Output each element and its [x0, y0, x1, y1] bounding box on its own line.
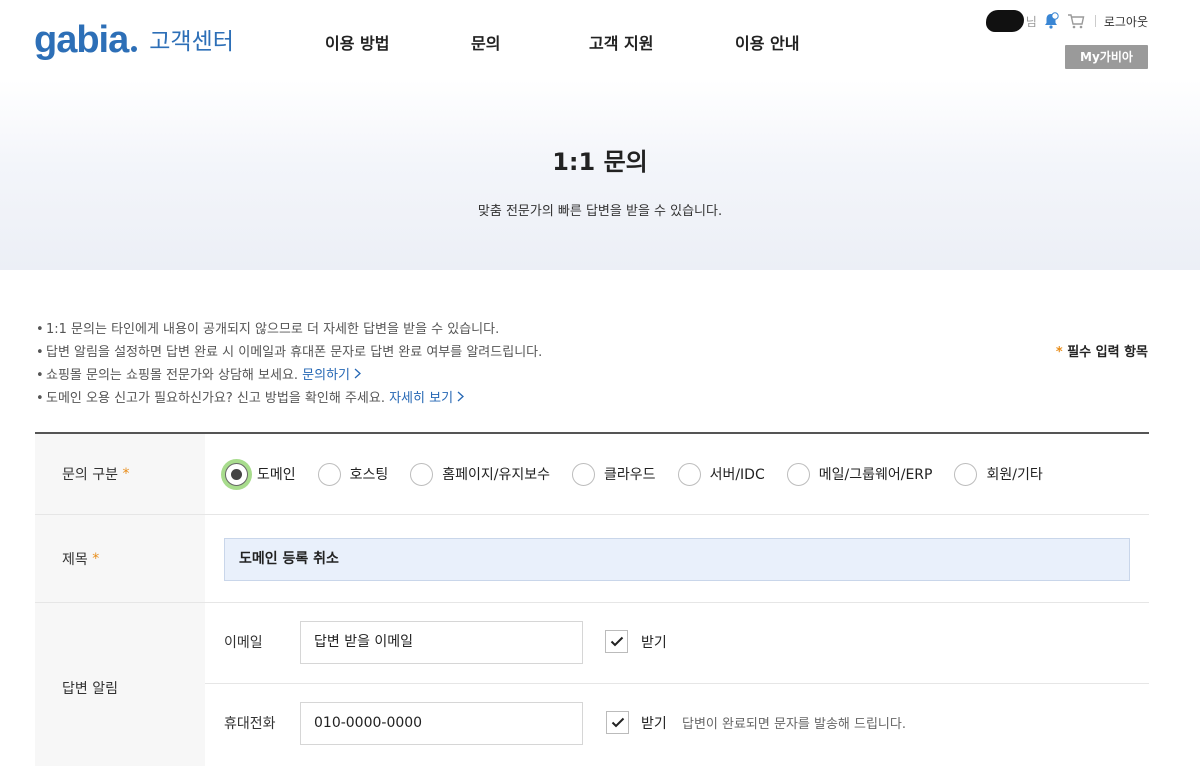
phone-receive-label: 받기	[641, 716, 667, 732]
category-label: 문의 구분 *	[35, 434, 205, 514]
radio-button[interactable]	[786, 462, 810, 486]
email-receive-checkbox[interactable]	[605, 630, 628, 653]
notify-row: 답변 알림 이메일 답변 받을 이메일 받기 휴대전화 010-0000-000…	[35, 603, 1149, 766]
my-gabia-button[interactable]: My가비아	[1065, 45, 1148, 69]
subject-input[interactable]: 도메인 등록 취소	[224, 538, 1130, 581]
logo-dot	[131, 46, 138, 52]
category-row: 문의 구분 * 도메인 호스팅 홈페이지/유지보수 클라우드 서버/IDC 메일…	[35, 434, 1149, 515]
email-label: 이메일	[224, 635, 263, 651]
email-input[interactable]: 답변 받을 이메일	[300, 621, 583, 664]
email-receive-label: 받기	[641, 635, 667, 651]
radio-button[interactable]	[317, 462, 341, 486]
chevron-right-icon	[457, 391, 465, 402]
logo-word: gabia	[34, 19, 129, 61]
notice-item: • 도메인 오용 신고가 필요하신가요? 신고 방법을 확인해 주세요. 자세히 …	[36, 387, 542, 410]
logo[interactable]: gabia 고객센터	[34, 20, 234, 60]
email-notify-row: 이메일 답변 받을 이메일 받기	[205, 603, 1149, 684]
cart-icon[interactable]	[1067, 12, 1085, 30]
shopping-inquiry-link[interactable]: 문의하기	[302, 368, 362, 383]
radio-homepage[interactable]: 홈페이지/유지보수	[410, 462, 550, 486]
redacted-username	[985, 10, 1024, 32]
notice-item: • 답변 알림을 설정하면 답변 완료 시 이메일과 휴대폰 문자로 답변 완료 …	[36, 345, 543, 360]
required-fields-note: * 필수 입력 항목	[1056, 341, 1148, 360]
radio-button[interactable]	[677, 462, 701, 486]
required-label: 필수 입력 항목	[1067, 345, 1148, 360]
domain-abuse-link[interactable]: 자세히 보기	[389, 391, 465, 406]
radio-hosting[interactable]: 호스팅	[317, 462, 388, 486]
radio-button[interactable]	[410, 462, 434, 486]
nav-item-guide[interactable]: 이용 안내	[735, 30, 799, 54]
radio-cloud[interactable]: 클라우드	[572, 462, 656, 486]
logout-link[interactable]: 로그아웃	[1104, 13, 1148, 30]
subject-label: 제목 *	[35, 515, 205, 602]
notify-label: 답변 알림	[35, 603, 205, 766]
radio-domain[interactable]: 도메인	[225, 462, 296, 486]
page-subtitle: 맞춤 전문가의 빠른 답변을 받을 수 있습니다.	[477, 204, 723, 219]
notice-item: • 1:1 문의는 타인에게 내용이 공개되지 않으므로 더 자세한 답변을 받을…	[36, 322, 500, 337]
user-suffix: 님	[1025, 14, 1037, 29]
header: gabia 고객센터 이용 방법 문의 고객 지원 이용 안내 님 로그아웃 M…	[0, 0, 1200, 80]
notice-text: 도메인 오용 신고가 필요하신가요? 신고 방법을 확인해 주세요.	[46, 391, 390, 406]
radio-button[interactable]	[954, 462, 978, 486]
phone-receive-checkbox[interactable]	[606, 711, 629, 734]
notice-text: 쇼핑몰 문의는 쇼핑몰 전문가와 상담해 보세요.	[46, 368, 303, 383]
phone-hint: 답변이 완료되면 문자를 발송해 드립니다.	[682, 717, 906, 732]
notice-item: • 쇼핑몰 문의는 쇼핑몰 전문가와 상담해 보세요. 문의하기	[36, 364, 542, 387]
radio-member-etc[interactable]: 회원/기타	[954, 462, 1043, 486]
notice-list: • 1:1 문의는 타인에게 내용이 공개되지 않으므로 더 자세한 답변을 받을…	[36, 318, 542, 410]
category-radio-group: 도메인 호스팅 홈페이지/유지보수 클라우드 서버/IDC 메일/그룹웨어/ER…	[205, 434, 1149, 514]
bell-icon[interactable]	[1043, 12, 1059, 30]
radio-button[interactable]	[225, 462, 248, 486]
radio-server-idc[interactable]: 서버/IDC	[677, 462, 765, 486]
user-area: 님 로그아웃	[985, 10, 1148, 32]
page-title: 1:1 문의	[552, 148, 648, 176]
chevron-right-icon	[354, 368, 362, 379]
separator	[1094, 15, 1096, 27]
logo-subtitle: 고객센터	[149, 29, 234, 55]
phone-notify-row: 휴대전화 010-0000-0000 받기 답변이 완료되면 문자를 발송해 드…	[205, 684, 1149, 765]
nav-item-usage[interactable]: 이용 방법	[325, 30, 389, 54]
radio-button[interactable]	[572, 462, 596, 486]
check-icon	[611, 717, 624, 728]
nav-item-inquiry[interactable]: 문의	[471, 30, 500, 54]
subject-row: 제목 * 도메인 등록 취소	[35, 515, 1149, 603]
phone-label: 휴대전화	[224, 716, 276, 732]
notice-text: 1:1 문의는 타인에게 내용이 공개되지 않으므로 더 자세한 답변을 받을 …	[46, 322, 500, 337]
hero-banner: 1:1 문의 맞춤 전문가의 빠른 답변을 받을 수 있습니다.	[0, 80, 1200, 270]
notice-text: 답변 알림을 설정하면 답변 완료 시 이메일과 휴대폰 문자로 답변 완료 여…	[46, 345, 543, 360]
nav-item-support[interactable]: 고객 지원	[589, 30, 653, 54]
radio-mail-groupware[interactable]: 메일/그룹웨어/ERP	[786, 462, 932, 486]
phone-input[interactable]: 010-0000-0000	[300, 702, 583, 745]
required-mark: *	[1055, 345, 1063, 360]
check-icon	[610, 636, 623, 647]
inquiry-form: 문의 구분 * 도메인 호스팅 홈페이지/유지보수 클라우드 서버/IDC 메일…	[35, 432, 1149, 766]
